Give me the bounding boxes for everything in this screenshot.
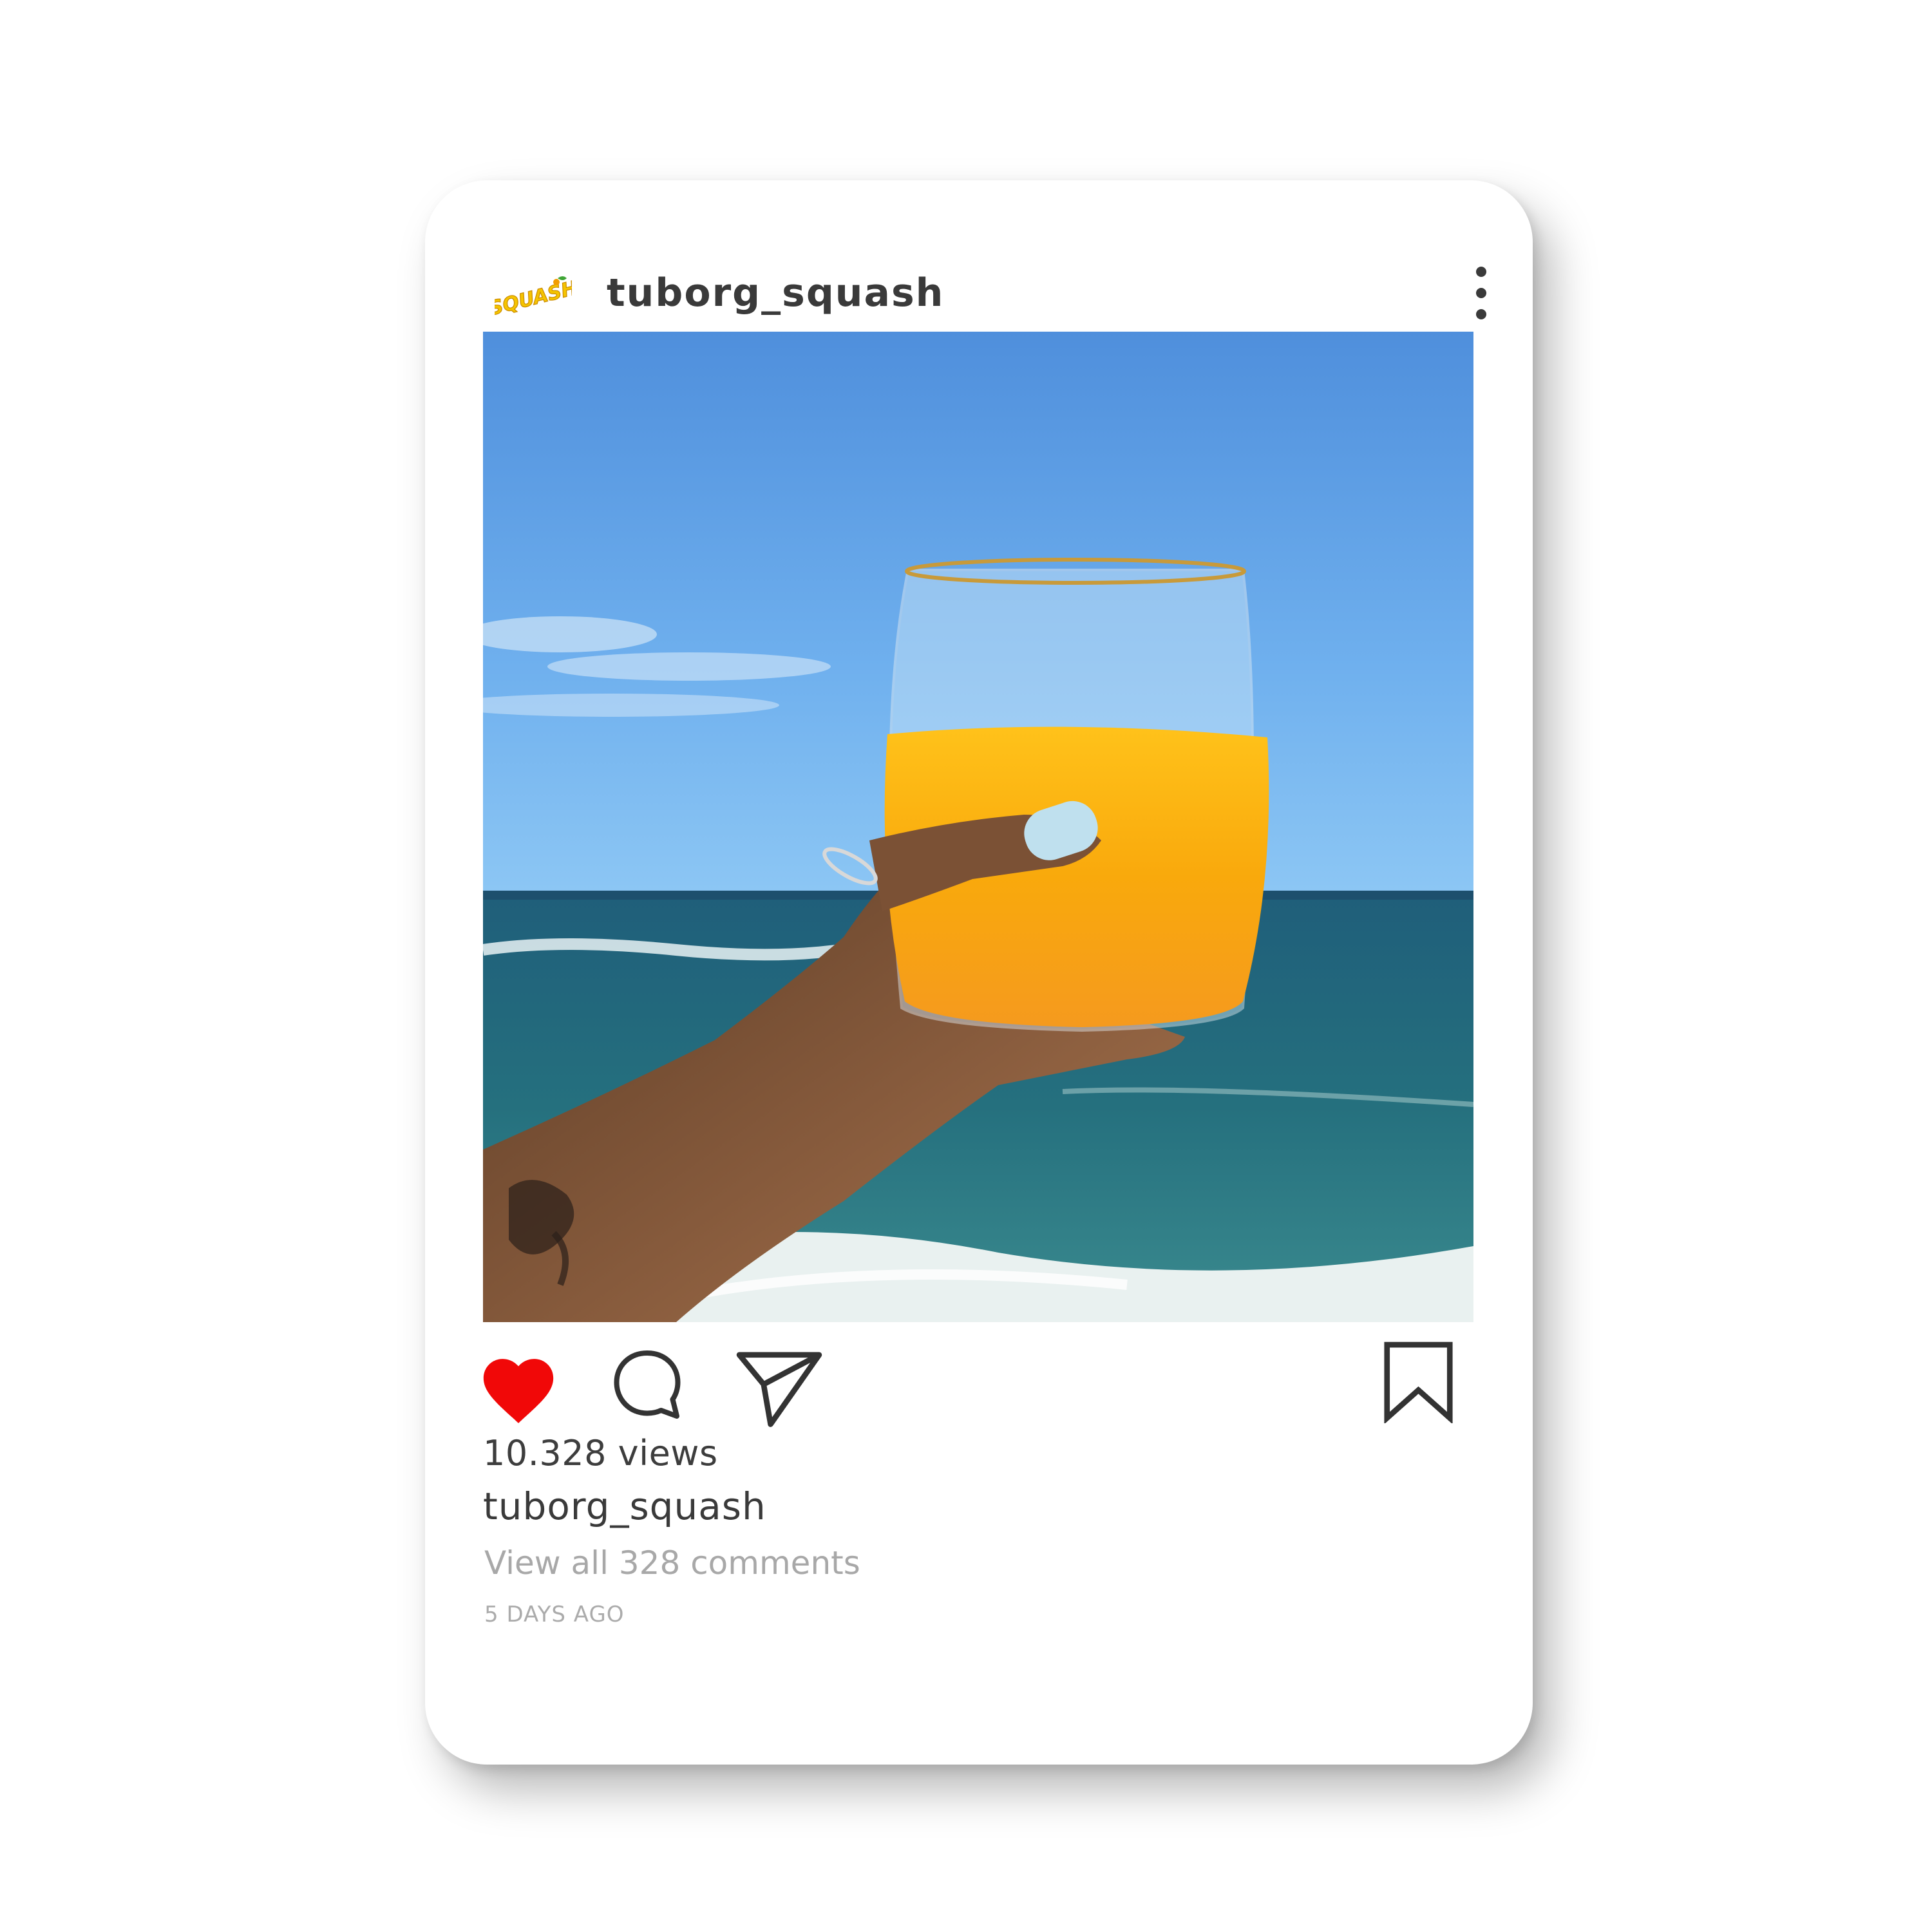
views-count: 10.328 views: [483, 1433, 718, 1473]
squash-logo: SQUASH: [495, 276, 572, 320]
save-button[interactable]: [1378, 1340, 1459, 1425]
like-button[interactable]: [477, 1349, 560, 1433]
menu-dot: [1476, 288, 1486, 298]
post-card: SQUASH tuborg_squash 10.328 views tuborg…: [425, 180, 1533, 1765]
comment-button[interactable]: [609, 1346, 686, 1430]
profile-avatar[interactable]: SQUASH: [489, 251, 576, 338]
caption-username[interactable]: tuborg_squash: [483, 1484, 766, 1528]
bookmark-icon: [1384, 1341, 1453, 1425]
paper-plane-icon: [736, 1352, 822, 1427]
heart-icon: [483, 1359, 554, 1423]
share-button[interactable]: [734, 1346, 824, 1430]
more-options-button[interactable]: [1455, 245, 1507, 341]
comment-bubble-icon: [614, 1350, 681, 1419]
menu-dot: [1476, 267, 1486, 277]
post-photo[interactable]: [483, 332, 1473, 1322]
post-timestamp: 5 DAYS AGO: [484, 1602, 625, 1627]
menu-dot: [1476, 309, 1486, 319]
svg-text:SQUASH: SQUASH: [495, 276, 572, 320]
view-all-comments-link[interactable]: View all 328 comments: [484, 1544, 860, 1582]
header-username[interactable]: tuborg_squash: [607, 251, 944, 335]
